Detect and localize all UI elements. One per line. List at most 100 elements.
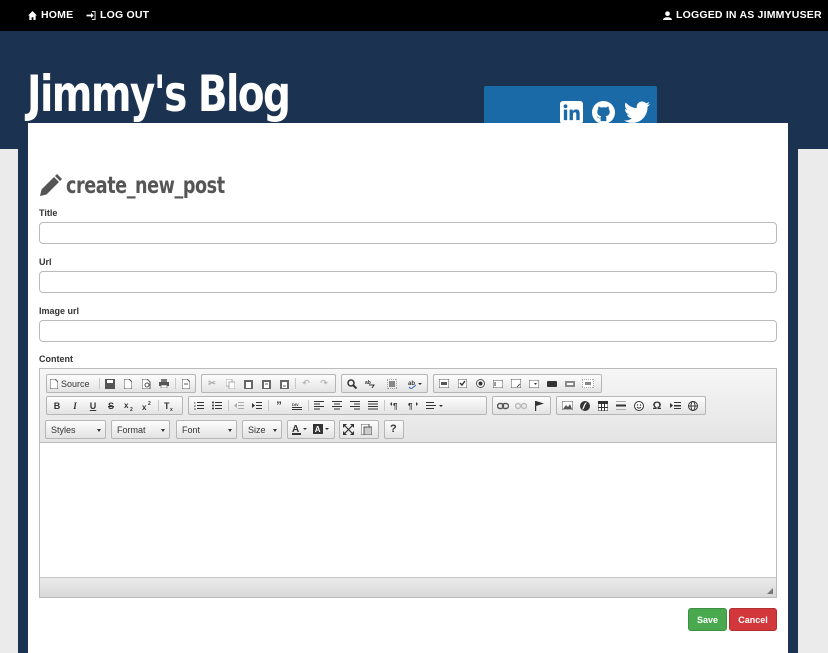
paste-icon[interactable] — [241, 377, 255, 390]
smiley-icon[interactable] — [632, 399, 646, 412]
clipboard-toolgroup: ✂ ↶ ↷ — [201, 374, 336, 393]
superscript-icon[interactable]: x2 — [140, 399, 154, 412]
maximize-icon[interactable] — [343, 424, 354, 437]
bg-color-button[interactable]: A — [313, 423, 331, 436]
hidden-field-icon[interactable] — [581, 377, 595, 390]
svg-text:A: A — [315, 425, 321, 434]
select-all-icon[interactable] — [385, 377, 399, 390]
find-icon[interactable] — [345, 377, 359, 390]
language-icon[interactable] — [424, 399, 446, 412]
github-icon[interactable] — [592, 101, 615, 124]
source-icon — [50, 378, 58, 389]
chevron-down-icon — [97, 429, 101, 432]
logout-label: LOG OUT — [100, 9, 150, 21]
paste-text-icon[interactable] — [259, 377, 273, 390]
unlink-icon[interactable] — [514, 399, 528, 412]
indent-icon[interactable] — [250, 399, 264, 412]
align-left-icon[interactable] — [312, 399, 326, 412]
home-link[interactable]: HOME — [28, 9, 73, 21]
save-button[interactable]: Save — [688, 608, 727, 631]
text-color-button[interactable]: A — [292, 423, 308, 436]
page-break-icon[interactable] — [668, 399, 682, 412]
link-icon[interactable] — [496, 399, 510, 412]
url-label: Url — [39, 257, 52, 267]
numbered-list-icon[interactable]: 123 — [192, 399, 206, 412]
find-toolgroup: ab ab — [341, 374, 428, 393]
left-border — [18, 149, 28, 653]
show-blocks-icon[interactable] — [360, 423, 373, 437]
image-button-icon[interactable] — [563, 377, 577, 390]
help-button[interactable]: ? — [384, 420, 404, 439]
templates-icon[interactable] — [179, 377, 193, 390]
div-container-icon[interactable]: DIV — [290, 399, 304, 412]
copy-icon[interactable] — [223, 377, 237, 390]
url-input[interactable] — [39, 271, 777, 293]
image-icon[interactable] — [560, 399, 574, 412]
paste-word-icon[interactable] — [277, 377, 291, 390]
strike-button[interactable]: S — [104, 399, 118, 412]
blog-title[interactable]: Jimmy's Blog — [27, 69, 291, 119]
format-label: Format — [117, 425, 146, 435]
print-icon[interactable] — [157, 377, 171, 390]
special-char-icon[interactable]: Ω — [650, 399, 664, 412]
format-dropdown[interactable]: Format — [111, 420, 170, 439]
anchor-flag-icon[interactable] — [532, 399, 546, 412]
title-input[interactable] — [39, 222, 777, 244]
source-button[interactable]: Source — [50, 377, 95, 390]
new-page-icon[interactable] — [121, 377, 135, 390]
checkbox-icon[interactable] — [455, 377, 469, 390]
user-icon — [663, 10, 672, 20]
preview-icon[interactable] — [139, 377, 153, 390]
top-navbar: HOME LOG OUT LOGGED IN AS JIMMYUSER — [0, 0, 828, 31]
editor-content-area[interactable] — [40, 444, 776, 577]
align-right-icon[interactable] — [348, 399, 362, 412]
save-doc-icon[interactable] — [103, 377, 117, 390]
textarea-icon[interactable] — [509, 377, 523, 390]
textfield-icon[interactable] — [491, 377, 505, 390]
blockquote-icon[interactable]: ” — [272, 399, 286, 412]
replace-icon[interactable]: ab — [363, 377, 377, 390]
linkedin-icon[interactable] — [560, 101, 583, 124]
align-center-icon[interactable] — [330, 399, 344, 412]
home-icon — [28, 10, 37, 20]
cancel-button[interactable]: Cancel — [729, 608, 777, 631]
table-icon[interactable] — [596, 399, 610, 412]
outdent-icon[interactable] — [232, 399, 246, 412]
text-direction-ltr-icon[interactable]: ¶ — [388, 399, 402, 412]
remove-format-icon[interactable]: Tx — [162, 399, 176, 412]
svg-text:¶: ¶ — [393, 402, 398, 411]
editor-statusbar — [40, 577, 776, 597]
bold-button[interactable]: B — [50, 399, 64, 412]
twitter-icon[interactable] — [624, 101, 650, 124]
iframe-globe-icon[interactable] — [686, 399, 700, 412]
undo-icon[interactable]: ↶ — [299, 377, 313, 390]
size-dropdown[interactable]: Size — [242, 420, 282, 439]
resize-handle[interactable] — [767, 588, 773, 594]
chevron-down-icon — [228, 429, 232, 432]
spellcheck-icon[interactable]: ab — [406, 377, 424, 390]
styles-dropdown[interactable]: Styles — [45, 420, 106, 439]
content-label: Content — [39, 354, 73, 364]
svg-text:x: x — [124, 401, 129, 410]
right-border — [788, 149, 798, 653]
radio-icon[interactable] — [473, 377, 487, 390]
user-menu[interactable]: LOGGED IN AS JIMMYUSER — [663, 9, 822, 21]
image-url-input[interactable] — [39, 320, 777, 342]
redo-icon[interactable]: ↷ — [317, 377, 331, 390]
italic-button[interactable]: I — [68, 399, 82, 412]
bulleted-list-icon[interactable] — [210, 399, 224, 412]
text-direction-rtl-icon[interactable]: ¶ — [406, 399, 420, 412]
justify-icon[interactable] — [366, 399, 380, 412]
font-dropdown[interactable]: Font — [176, 420, 237, 439]
form-icon[interactable] — [437, 377, 451, 390]
button-field-icon[interactable] — [545, 377, 559, 390]
flash-icon[interactable] — [578, 399, 592, 412]
subscript-icon[interactable]: x2 — [122, 399, 136, 412]
underline-button[interactable]: U — [86, 399, 100, 412]
logout-link[interactable]: LOG OUT — [86, 9, 149, 21]
svg-text:x: x — [142, 403, 147, 411]
horizontal-rule-icon[interactable] — [614, 399, 628, 412]
select-field-icon[interactable] — [527, 377, 541, 390]
cut-icon[interactable]: ✂ — [205, 377, 219, 390]
title-label: Title — [39, 208, 58, 218]
